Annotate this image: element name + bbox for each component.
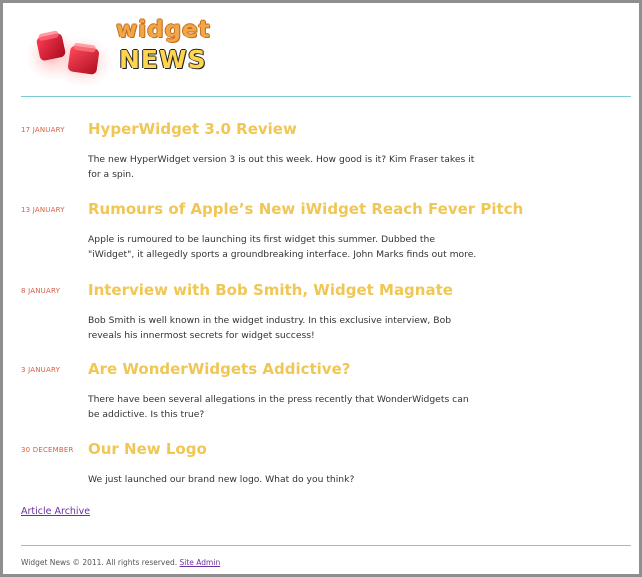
red-cubes-logo-icon	[27, 30, 111, 85]
article-summary: There have been several allegations in t…	[88, 394, 469, 420]
article-date: 17 JANUARY	[21, 126, 65, 134]
article-title-link[interactable]: Rumours of Apple’s New iWidget Reach Fev…	[88, 199, 523, 219]
footer-divider	[21, 545, 631, 546]
logo-line-news: NEWS	[119, 45, 207, 74]
article-summary: The new HyperWidget version 3 is out thi…	[88, 154, 475, 180]
article-summary: Apple is rumoured to be launching its fi…	[88, 234, 477, 260]
site-header: widget NEWS	[3, 3, 639, 95]
article-date: 3 JANUARY	[21, 366, 61, 374]
logo-line-widget: widget	[116, 17, 211, 43]
article-date: 8 JANUARY	[21, 287, 61, 295]
article-title-link[interactable]: Our New Logo	[88, 439, 207, 459]
header-divider	[21, 96, 631, 97]
page: widget NEWS 17 JANUARY HyperWidget 3.0 R…	[0, 0, 642, 577]
site-footer: Widget News © 2011. All rights reserved.…	[21, 558, 220, 568]
article-summary: We just launched our brand new logo. Wha…	[88, 474, 355, 485]
article-archive-link[interactable]: Article Archive	[21, 506, 90, 518]
article-title-link[interactable]: Are WonderWidgets Addictive?	[88, 359, 350, 379]
article-title-link[interactable]: Interview with Bob Smith, Widget Magnate	[88, 280, 453, 300]
footer-copyright: Widget News © 2011. All rights reserved.	[21, 558, 178, 567]
article-summary: Bob Smith is well known in the widget in…	[88, 315, 452, 341]
article-date: 30 DECEMBER	[21, 446, 74, 454]
article-date: 13 JANUARY	[21, 206, 65, 214]
site-admin-link[interactable]: Site Admin	[180, 558, 221, 567]
logo-wordmark: widget NEWS	[116, 17, 236, 83]
article-title-link[interactable]: HyperWidget 3.0 Review	[88, 119, 297, 139]
